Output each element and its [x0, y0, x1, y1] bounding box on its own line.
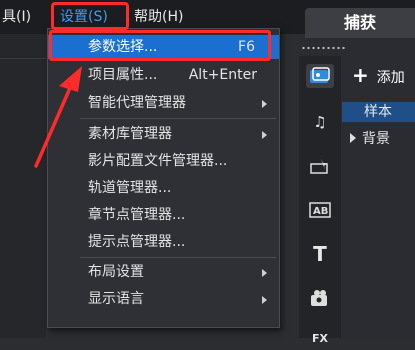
annotation-arrow: [34, 66, 82, 168]
